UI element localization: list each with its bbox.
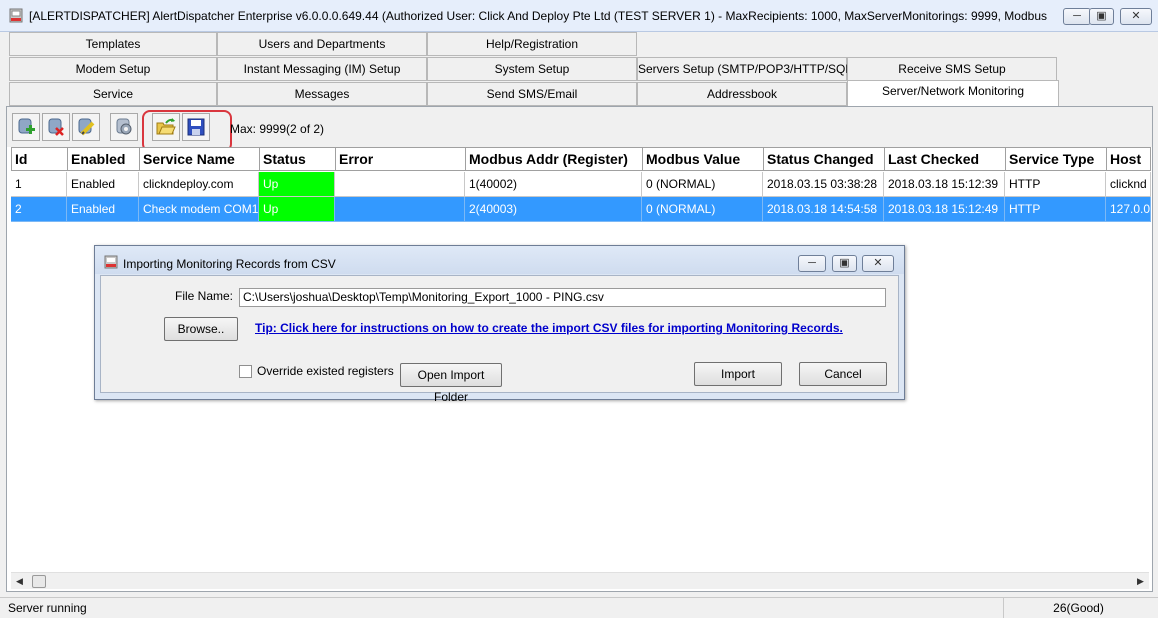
edit-record-icon [78,118,95,136]
cell-status-changed: 2018.03.15 03:38:28 [763,172,884,197]
delete-record-button[interactable] [42,113,70,141]
cell-service-type: HTTP [1005,197,1106,222]
cell-error [335,172,465,197]
cell-modbus-value: 0 (NORMAL) [642,197,763,222]
tab-send-sms-email[interactable]: Send SMS/Email [427,82,637,106]
restore-icon: ▣ [1096,10,1107,22]
close-icon: ✕ [873,257,883,269]
column-header-modbus-value[interactable]: Modbus Value [642,147,764,171]
column-header-error[interactable]: Error [335,147,466,171]
close-icon: ✕ [1131,10,1141,22]
dialog-title: Importing Monitoring Records from CSV [123,257,336,271]
open-import-folder-button[interactable]: Open Import Folder [400,363,502,404]
dialog-close-button[interactable]: ✕ [862,255,894,272]
column-header-status[interactable]: Status [259,147,336,171]
alertdispatcher-icon [104,255,118,269]
table-row-selected[interactable]: 2 Enabled Check modem COM18 Up 2(40003) … [11,197,1151,222]
override-label: Override existed registers [257,364,394,378]
column-header-modbus-addr[interactable]: Modbus Addr (Register) [465,147,643,171]
cell-status-changed: 2018.03.18 14:54:58 [763,197,884,222]
delete-record-icon [48,118,64,136]
scroll-right-icon[interactable]: ▶ [1132,573,1149,590]
dialog-title-bar: Importing Monitoring Records from CSV ─ … [95,246,904,274]
add-record-button[interactable] [12,113,40,141]
tab-server-network-monitoring[interactable]: Server/Network Monitoring [847,80,1059,106]
tab-system-setup[interactable]: System Setup [427,57,637,81]
import-button[interactable]: Import [694,362,782,386]
table-row[interactable]: 1 Enabled clickndeploy.com Up 1(40002) 0… [11,172,1151,197]
dialog-minimize-button[interactable]: ─ [798,255,826,272]
horizontal-scrollbar[interactable]: ◀ ▶ [11,572,1149,589]
tab-strip: Templates Users and Departments Help/Reg… [7,32,1158,106]
cell-status: Up [259,172,335,197]
file-name-label: File Name: [175,289,234,303]
tab-receive-sms-setup[interactable]: Receive SMS Setup [847,57,1057,81]
add-record-icon [18,118,35,134]
tab-service[interactable]: Service [9,82,217,106]
tab-messages[interactable]: Messages [217,82,427,106]
import-instructions-link[interactable]: Tip: Click here for instructions on how … [255,321,843,335]
cell-id: 2 [11,197,67,222]
server-status: Server running [8,601,87,615]
status-bar: Server running 26(Good) [0,597,1158,618]
cell-modbus-addr: 2(40003) [465,197,642,222]
scroll-thumb[interactable] [32,575,46,588]
tab-users-and-departments[interactable]: Users and Departments [217,32,427,56]
settings-icon [116,118,132,135]
minimize-icon: ─ [808,257,816,269]
dialog-restore-button[interactable]: ▣ [832,255,857,272]
tab-modem-setup[interactable]: Modem Setup [9,57,217,81]
browse-button[interactable]: Browse.. [164,317,238,341]
dialog-body: File Name: C:\Users\joshua\Desktop\Temp\… [100,275,899,404]
cell-service-name: Check modem COM18 [139,197,259,222]
tab-instant-messaging-setup[interactable]: Instant Messaging (IM) Setup [217,57,427,81]
cell-status: Up [259,197,335,222]
column-header-service-type[interactable]: Service Type [1005,147,1107,171]
edit-record-button[interactable] [72,113,100,141]
tab-templates[interactable]: Templates [9,32,217,56]
column-header-service-name[interactable]: Service Name [139,147,260,171]
column-header-status-changed[interactable]: Status Changed [763,147,885,171]
column-header-id[interactable]: Id [11,147,68,171]
cell-host: 127.0.0 [1106,197,1151,222]
close-button[interactable]: ✕ [1120,8,1152,25]
cell-last-checked: 2018.03.18 15:12:49 [884,197,1005,222]
file-name-field[interactable]: C:\Users\joshua\Desktop\Temp\Monitoring_… [239,288,886,307]
signal-status: 26(Good) [1003,598,1153,618]
tab-servers-setup[interactable]: Servers Setup (SMTP/POP3/HTTP/SQL) [637,57,856,81]
title-bar: [ALERTDISPATCHER] AlertDispatcher Enterp… [0,0,1158,32]
record-count-label: Max: 9999(2 of 2) [230,122,325,136]
cell-enabled: Enabled [67,172,139,197]
override-checkbox[interactable] [239,365,252,378]
cell-enabled: Enabled [67,197,139,222]
minimize-icon: ─ [1073,10,1081,22]
window-title: [ALERTDISPATCHER] AlertDispatcher Enterp… [29,9,1047,23]
tab-addressbook[interactable]: Addressbook [637,82,847,106]
cell-modbus-value: 0 (NORMAL) [642,172,763,197]
alertdispatcher-icon [9,8,23,23]
settings-button[interactable] [110,113,138,141]
cell-id: 1 [11,172,67,197]
cell-service-name: clickndeploy.com [139,172,259,197]
cell-last-checked: 2018.03.18 15:12:39 [884,172,1005,197]
column-header-last-checked[interactable]: Last Checked [884,147,1006,171]
cell-modbus-addr: 1(40002) [465,172,642,197]
column-header-host[interactable]: Host [1106,147,1151,171]
import-csv-dialog: Importing Monitoring Records from CSV ─ … [94,245,905,404]
minimize-button[interactable]: ─ [1063,8,1091,25]
scroll-left-icon[interactable]: ◀ [11,573,28,590]
restore-icon: ▣ [839,257,850,269]
cell-error [335,197,465,222]
column-header-enabled[interactable]: Enabled [67,147,140,171]
cell-service-type: HTTP [1005,172,1106,197]
restore-button[interactable]: ▣ [1089,8,1114,25]
highlight-outline [142,110,232,152]
toolbar: Max: 9999(2 of 2) [7,107,1152,152]
cell-host: clicknd [1106,172,1151,197]
cancel-button[interactable]: Cancel [799,362,887,386]
tab-help-registration[interactable]: Help/Registration [427,32,637,56]
